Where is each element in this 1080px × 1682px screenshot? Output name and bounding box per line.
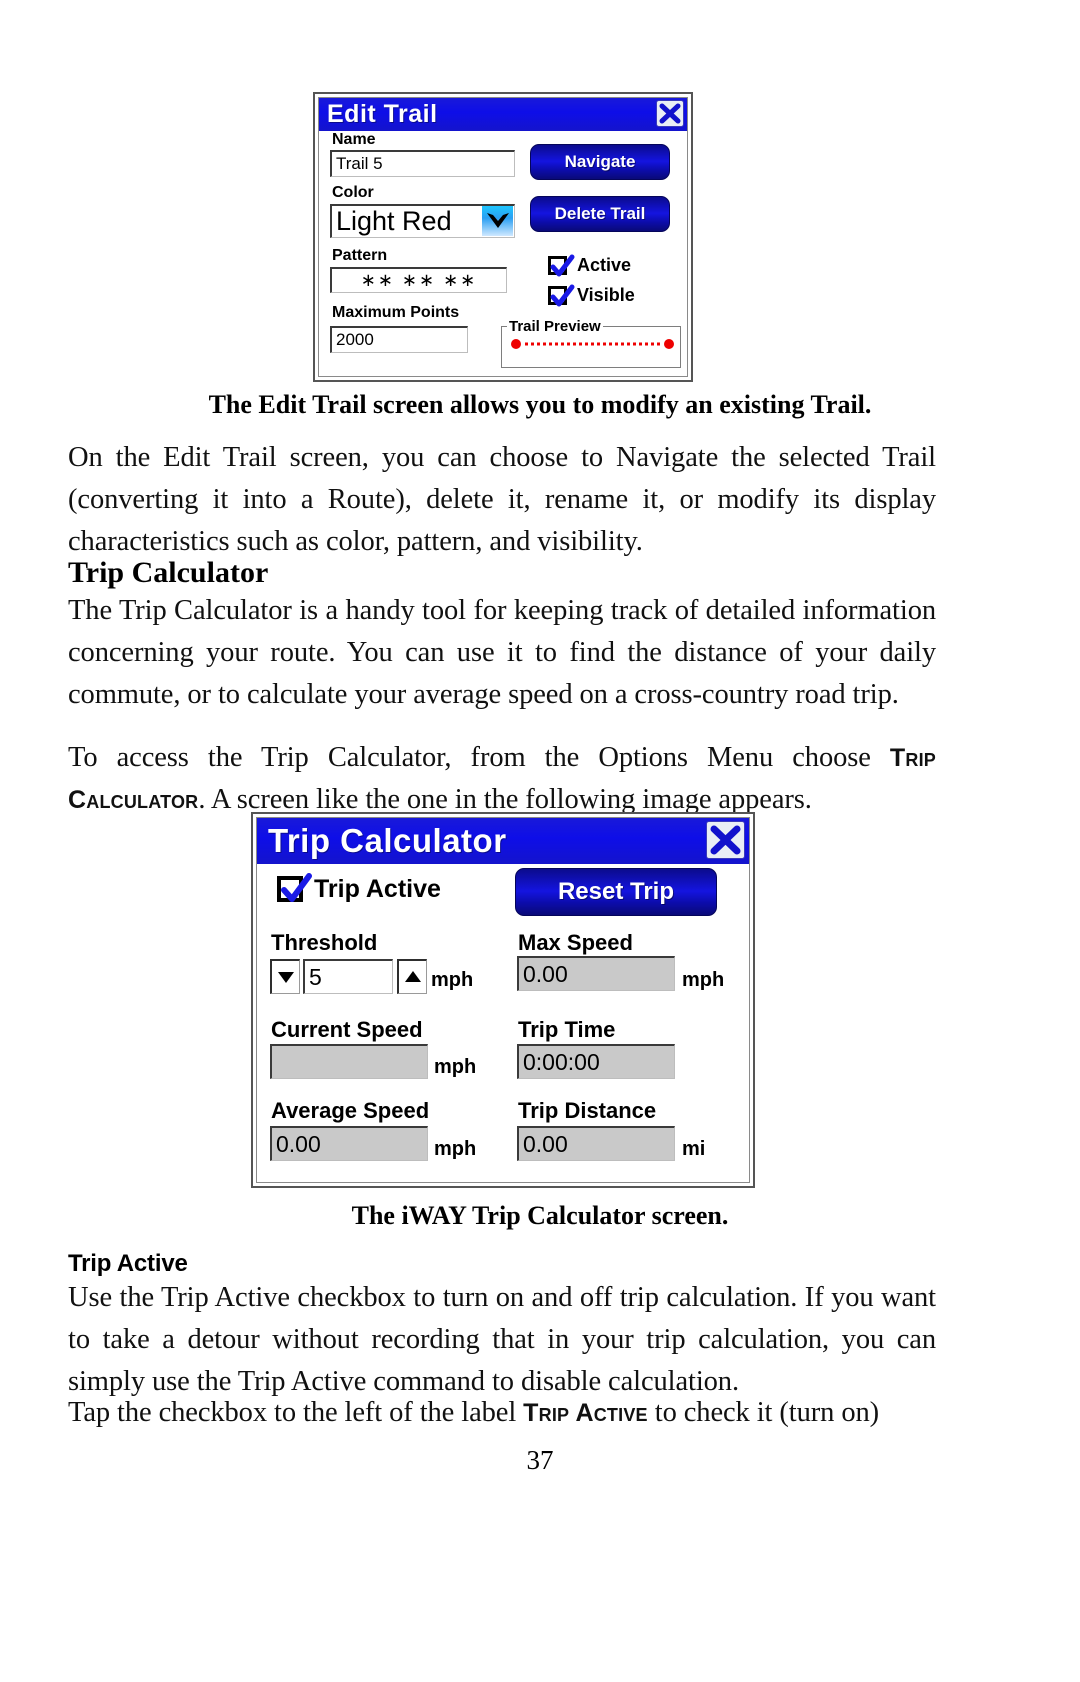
trip-calculator-titlebar: Trip Calculator: [256, 817, 750, 864]
average-speed-label: Average Speed: [271, 1098, 430, 1123]
current-speed-value: [270, 1044, 428, 1079]
paragraph-trip-calculator-intro: The Trip Calculator is a handy tool for …: [68, 595, 936, 710]
heading-trip-active: Trip Active: [68, 1250, 188, 1277]
para3-text-a: To access the Trip Calculator, from the …: [68, 742, 890, 773]
current-speed-unit: mph: [434, 1056, 477, 1078]
paragraph-access-trip-calculator: To access the Trip Calculator, from the …: [68, 737, 936, 821]
threshold-label: Threshold: [271, 930, 378, 955]
trail-preview-label: Trail Preview: [507, 318, 603, 335]
triangle-up-icon: [404, 971, 421, 982]
maximum-points-label: Maximum Points: [332, 304, 460, 321]
para5-text-b: to check it (turn on): [647, 1397, 880, 1428]
figure2-caption: The iWAY Trip Calculator screen.: [351, 1201, 729, 1230]
name-input[interactable]: Trail 5: [330, 150, 515, 177]
color-label: Color: [332, 184, 374, 201]
paragraph-trip-active: Use the Trip Active checkbox to turn on …: [68, 1282, 936, 1397]
manual-page: Edit Trail Name Trail 5 Color Light Red …: [0, 0, 1080, 1682]
average-speed-value: 0.00: [270, 1126, 428, 1161]
threshold-unit: mph: [431, 969, 474, 991]
checkmark-icon: [281, 873, 312, 902]
max-speed-value: 0.00: [517, 956, 675, 991]
heading-trip-calculator: Trip Calculator: [68, 556, 269, 589]
reset-trip-button[interactable]: Reset Trip: [515, 868, 717, 916]
name-label: Name: [332, 131, 376, 148]
trip-distance-unit: mi: [682, 1138, 706, 1160]
figure1-caption: The Edit Trail screen allows you to modi…: [208, 390, 872, 419]
active-label: Active: [577, 255, 632, 275]
checkmark-icon: [550, 254, 575, 277]
max-speed-label: Max Speed: [518, 930, 633, 955]
trail-preview-line: [511, 338, 674, 350]
trip-calculator-title: Trip Calculator: [268, 821, 507, 859]
trip-distance-value: 0.00: [517, 1126, 675, 1161]
close-x-glyph: [659, 103, 681, 124]
pattern-display[interactable]: ∗∗ ∗∗ ∗∗: [330, 267, 507, 293]
current-speed-label: Current Speed: [271, 1017, 423, 1042]
trip-time-value: 0:00:00: [517, 1044, 675, 1079]
chevron-down-glyph: [486, 213, 509, 228]
delete-trail-button[interactable]: Delete Trail: [530, 196, 670, 232]
navigate-button[interactable]: Navigate: [530, 144, 670, 180]
para3-text-b: . A screen like the one in the following…: [198, 784, 812, 815]
close-x-icon[interactable]: [656, 100, 684, 127]
trip-time-label: Trip Time: [518, 1017, 616, 1042]
max-speed-unit: mph: [682, 969, 725, 991]
triangle-down-icon: [277, 972, 294, 983]
para5-smallcaps: Trip Active: [523, 1399, 648, 1427]
average-speed-unit: mph: [434, 1138, 477, 1160]
trail-dots-icon: [511, 339, 674, 349]
page-number: 37: [526, 1445, 554, 1475]
active-checkbox[interactable]: [548, 254, 575, 277]
edit-trail-title: Edit Trail: [327, 99, 438, 128]
paragraph-edit-trail: On the Edit Trail screen, you can choose…: [68, 442, 936, 557]
paragraph-tap-checkbox: Tap the checkbox to the left of the labe…: [68, 1392, 946, 1434]
checkmark-icon: [550, 284, 575, 307]
threshold-input[interactable]: 5: [303, 959, 393, 994]
trip-distance-label: Trip Distance: [518, 1098, 657, 1123]
edit-trail-screenshot: Edit Trail Name Trail 5 Color Light Red …: [313, 92, 693, 382]
trip-active-label: Trip Active: [314, 875, 441, 903]
para5-text-a: Tap the checkbox to the left of the labe…: [68, 1397, 524, 1428]
trip-calculator-screenshot: Trip Calculator Trip Active Reset Trip T…: [251, 812, 755, 1188]
pattern-label: Pattern: [332, 247, 388, 264]
threshold-increment-button[interactable]: [397, 959, 427, 994]
trip-active-checkbox[interactable]: [277, 873, 312, 902]
close-x-icon[interactable]: [706, 821, 745, 859]
visible-checkbox[interactable]: [548, 284, 575, 307]
threshold-decrement-button[interactable]: [270, 959, 300, 994]
close-x-glyph: [710, 825, 741, 855]
chevron-down-icon[interactable]: [482, 206, 513, 236]
visible-label: Visible: [577, 285, 635, 305]
edit-trail-titlebar: Edit Trail: [318, 97, 688, 131]
maximum-points-input[interactable]: 2000: [330, 326, 468, 353]
